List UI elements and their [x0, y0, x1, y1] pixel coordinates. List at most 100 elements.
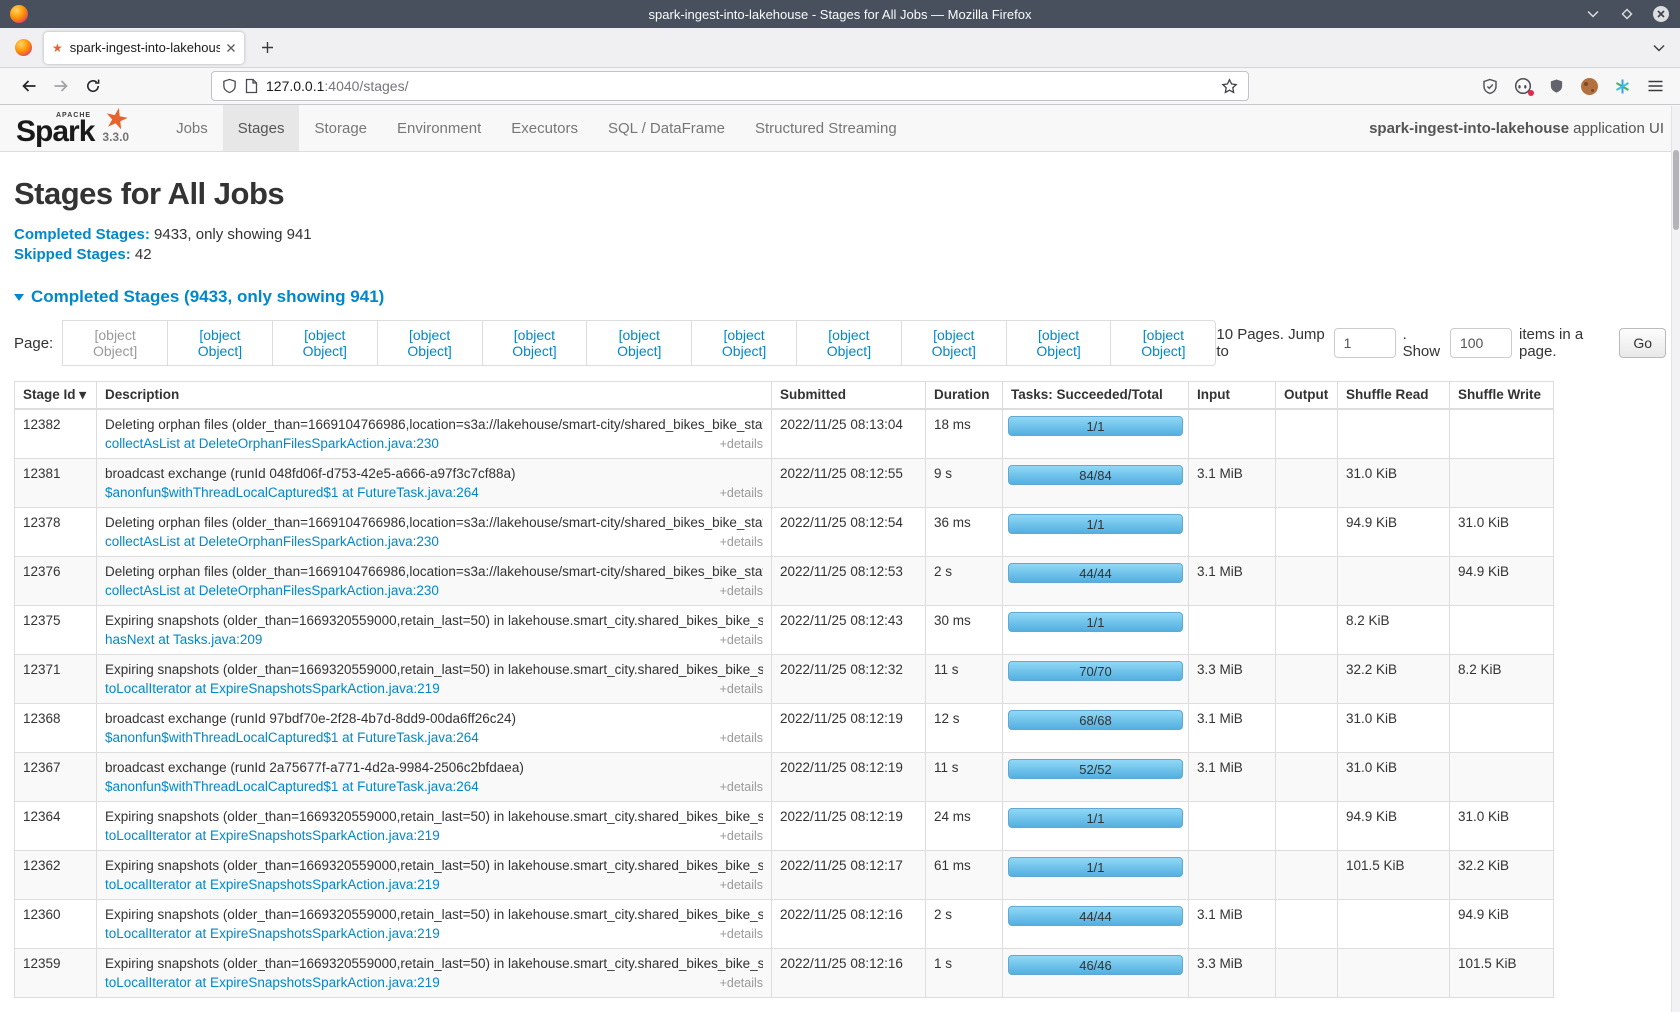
- tab-overflow-chevron-icon[interactable]: [1644, 44, 1674, 52]
- input-cell: [1189, 606, 1276, 655]
- shuffle-read-cell: 31.0 KiB: [1338, 459, 1450, 508]
- shield-check-extension-icon[interactable]: [1480, 76, 1500, 96]
- column-header[interactable]: Shuffle Write: [1450, 382, 1554, 410]
- completed-stages-section-toggle[interactable]: Completed Stages (9433, only showing 941…: [14, 287, 1666, 307]
- page-button[interactable]: [object Object]: [62, 320, 168, 366]
- jump-to-page-input[interactable]: [1334, 328, 1396, 358]
- stage-callsite-link[interactable]: toLocalIterator at ExpireSnapshotsSparkA…: [105, 681, 440, 696]
- privacy-badger-extension-icon[interactable]: [1513, 76, 1533, 96]
- output-cell: [1276, 459, 1338, 508]
- tasks-progress-bar: 46/46: [1008, 955, 1183, 975]
- column-header[interactable]: Tasks: Succeeded/Total: [1003, 382, 1189, 410]
- stages-table: Stage Id ▾ Description Submitted Duratio…: [14, 381, 1554, 998]
- details-toggle[interactable]: +details: [720, 633, 763, 647]
- column-header[interactable]: Description: [97, 382, 772, 410]
- page-button[interactable]: [object Object]: [691, 320, 797, 366]
- details-toggle[interactable]: +details: [720, 878, 763, 892]
- details-toggle[interactable]: +details: [720, 437, 763, 451]
- page-button[interactable]: [object Object]: [1006, 320, 1112, 366]
- tab-close-icon[interactable]: [226, 43, 236, 53]
- page-label: Page:: [14, 335, 53, 352]
- firefox-view-button[interactable]: [6, 32, 40, 64]
- nav-item[interactable]: Environment: [382, 105, 496, 151]
- page-button[interactable]: [object Object]: [901, 320, 1007, 366]
- reload-button[interactable]: [77, 71, 109, 101]
- stage-callsite-link[interactable]: collectAsList at DeleteOrphanFilesSparkA…: [105, 583, 439, 598]
- nav-item[interactable]: Executors: [496, 105, 593, 151]
- forward-button[interactable]: [45, 71, 77, 101]
- page-button[interactable]: [object Object]: [167, 320, 273, 366]
- details-toggle[interactable]: +details: [720, 486, 763, 500]
- column-header[interactable]: Output: [1276, 382, 1338, 410]
- column-header[interactable]: Shuffle Read: [1338, 382, 1450, 410]
- nav-item[interactable]: Jobs: [161, 105, 223, 151]
- window-titlebar: spark-ingest-into-lakehouse - Stages for…: [0, 0, 1680, 28]
- shuffle-read-cell: 94.9 KiB: [1338, 508, 1450, 557]
- stage-callsite-link[interactable]: collectAsList at DeleteOrphanFilesSparkA…: [105, 436, 439, 451]
- asterisk-extension-icon[interactable]: [1612, 76, 1632, 96]
- nav-item[interactable]: SQL / DataFrame: [593, 105, 740, 151]
- stage-id-cell: 12371: [15, 655, 97, 704]
- submitted-cell: 2022/11/25 08:12:43: [772, 606, 926, 655]
- stage-callsite-link[interactable]: collectAsList at DeleteOrphanFilesSparkA…: [105, 534, 439, 549]
- bookmark-star-icon[interactable]: [1221, 78, 1238, 95]
- browser-tab[interactable]: ★ spark-ingest-into-lakehous: [44, 32, 244, 64]
- tasks-progress-bar: 68/68: [1008, 710, 1183, 730]
- page-info-icon[interactable]: [245, 78, 258, 94]
- url-text[interactable]: 127.0.0.1:4040/stages/: [266, 78, 1213, 94]
- stage-callsite-link[interactable]: toLocalIterator at ExpireSnapshotsSparkA…: [105, 828, 440, 843]
- column-header[interactable]: Input: [1189, 382, 1276, 410]
- cookie-extension-icon[interactable]: [1579, 76, 1599, 96]
- nav-item[interactable]: Storage: [299, 105, 382, 151]
- back-button[interactable]: [13, 71, 45, 101]
- details-toggle[interactable]: +details: [720, 535, 763, 549]
- window-close-button[interactable]: [1652, 5, 1670, 23]
- menu-icon[interactable]: [1645, 76, 1665, 96]
- page-button[interactable]: [object Object]: [796, 320, 902, 366]
- pagination-bar: Page: [object Object] [object Object] [o…: [14, 320, 1666, 366]
- new-tab-button[interactable]: [252, 33, 282, 63]
- stage-callsite-link[interactable]: $anonfun$withThreadLocalCaptured$1 at Fu…: [105, 730, 479, 745]
- go-button[interactable]: Go: [1619, 328, 1666, 358]
- stage-callsite-link[interactable]: toLocalIterator at ExpireSnapshotsSparkA…: [105, 926, 440, 941]
- window-maximize-button[interactable]: [1618, 5, 1636, 23]
- column-header[interactable]: Submitted: [772, 382, 926, 410]
- output-cell: [1276, 949, 1338, 998]
- details-toggle[interactable]: +details: [720, 682, 763, 696]
- nav-item[interactable]: Stages: [223, 105, 300, 151]
- page-button[interactable]: [object Object]: [1110, 320, 1216, 366]
- tracking-shield-icon[interactable]: [222, 78, 237, 94]
- spark-logo[interactable]: APACHE ★ Spark 3.3.0: [0, 105, 143, 151]
- tasks-progress-bar: 44/44: [1008, 906, 1183, 926]
- shuffle-read-cell: [1338, 949, 1450, 998]
- details-toggle[interactable]: +details: [720, 976, 763, 990]
- details-toggle[interactable]: +details: [720, 927, 763, 941]
- page-scrollbar[interactable]: [1671, 106, 1680, 1012]
- page-button[interactable]: [object Object]: [272, 320, 378, 366]
- stage-callsite-link[interactable]: hasNext at Tasks.java:209: [105, 632, 262, 647]
- page-button[interactable]: [object Object]: [482, 320, 588, 366]
- page-button[interactable]: [object Object]: [586, 320, 692, 366]
- stage-callsite-link[interactable]: $anonfun$withThreadLocalCaptured$1 at Fu…: [105, 779, 479, 794]
- column-header[interactable]: Duration: [926, 382, 1003, 410]
- stage-callsite-link[interactable]: toLocalIterator at ExpireSnapshotsSparkA…: [105, 877, 440, 892]
- column-header[interactable]: Stage Id ▾: [15, 382, 97, 410]
- stage-callsite-link[interactable]: toLocalIterator at ExpireSnapshotsSparkA…: [105, 975, 440, 990]
- page-button-group: [object Object] [object Object] [object …: [63, 320, 1216, 366]
- submitted-cell: 2022/11/25 08:12:19: [772, 753, 926, 802]
- page-button[interactable]: [object Object]: [377, 320, 483, 366]
- stage-row: 12362 Expiring snapshots (older_than=166…: [15, 851, 1554, 900]
- scrollbar-thumb[interactable]: [1673, 150, 1679, 230]
- ublock-extension-icon[interactable]: [1546, 76, 1566, 96]
- shuffle-read-cell: 31.0 KiB: [1338, 753, 1450, 802]
- window-minimize-button[interactable]: [1584, 5, 1602, 23]
- items-per-page-input[interactable]: [1450, 328, 1512, 358]
- details-toggle[interactable]: +details: [720, 731, 763, 745]
- stage-callsite-link[interactable]: $anonfun$withThreadLocalCaptured$1 at Fu…: [105, 485, 479, 500]
- url-bar[interactable]: 127.0.0.1:4040/stages/: [211, 71, 1249, 101]
- shuffle-read-cell: 32.2 KiB: [1338, 655, 1450, 704]
- details-toggle[interactable]: +details: [720, 584, 763, 598]
- nav-item[interactable]: Structured Streaming: [740, 105, 912, 151]
- details-toggle[interactable]: +details: [720, 780, 763, 794]
- details-toggle[interactable]: +details: [720, 829, 763, 843]
